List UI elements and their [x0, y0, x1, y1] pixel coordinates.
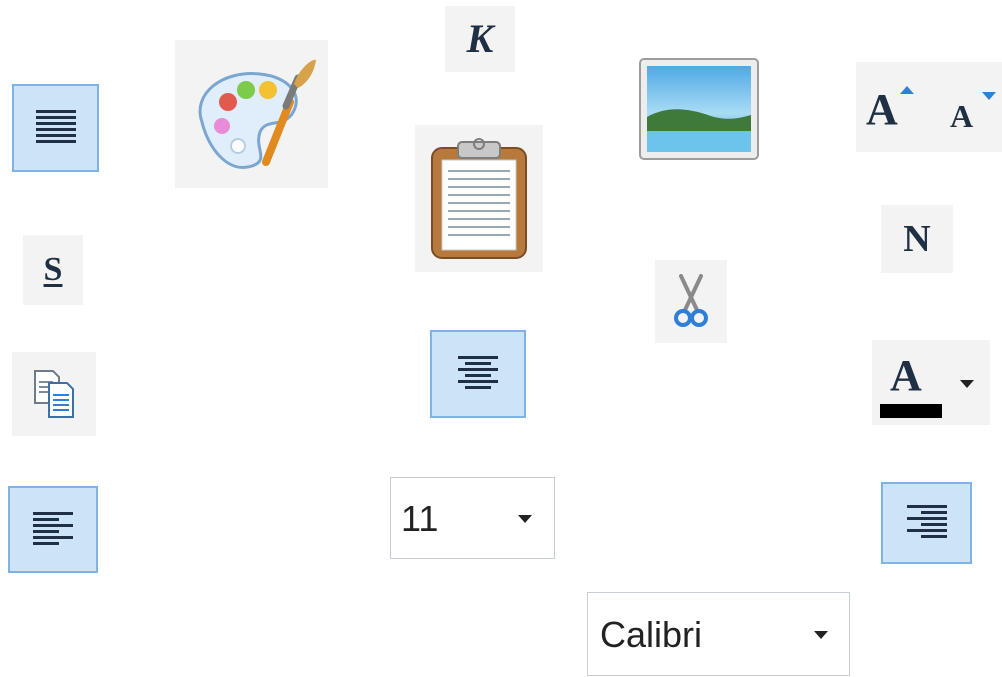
font-color-swatch: A [876, 346, 946, 418]
shrink-font-icon: A [950, 98, 974, 134]
align-left-icon [33, 511, 73, 545]
bold-icon: N [903, 218, 931, 260]
cut-button[interactable] [655, 260, 727, 343]
italic-icon: K [466, 16, 494, 61]
grow-font-icon: A [866, 85, 898, 134]
justify-icon [35, 110, 76, 143]
paste-button[interactable] [415, 125, 543, 272]
bold-button[interactable]: N [881, 205, 953, 273]
copy-button[interactable] [12, 352, 96, 436]
scissors-icon [674, 273, 708, 327]
grow-font-button[interactable]: A [860, 74, 922, 140]
picture-icon [639, 58, 759, 160]
clipboard-icon [431, 137, 527, 259]
chevron-down-icon [814, 631, 828, 639]
grow-arrow-icon [900, 86, 914, 94]
picture-button[interactable] [638, 57, 760, 161]
shrink-font-button[interactable]: A [942, 74, 1000, 140]
font-family-dropdown[interactable]: Calibri [587, 592, 850, 676]
align-right-icon [906, 505, 947, 538]
chevron-down-icon [518, 515, 532, 523]
underline-icon: S [43, 251, 63, 288]
copy-icon [34, 370, 74, 418]
font-size-value: 11 [401, 498, 439, 539]
chevron-down-icon [960, 380, 974, 388]
align-center-button[interactable] [430, 330, 526, 418]
align-right-button[interactable] [881, 482, 972, 564]
shrink-arrow-icon [982, 92, 996, 100]
palette-icon [198, 59, 316, 169]
font-color-button[interactable]: A [872, 340, 990, 425]
font-family-value: Calibri [600, 614, 703, 655]
font-color-icon: A [890, 351, 922, 400]
paint-button[interactable] [175, 40, 328, 188]
justify-button[interactable] [12, 84, 99, 172]
align-center-icon [458, 356, 498, 389]
font-size-adjust-group: A A [856, 62, 1002, 152]
font-color-bar [880, 404, 942, 418]
underline-button[interactable]: S [23, 235, 83, 305]
italic-button[interactable]: K [445, 6, 515, 72]
align-left-button[interactable] [8, 486, 98, 573]
font-size-dropdown[interactable]: 11 [390, 477, 555, 559]
